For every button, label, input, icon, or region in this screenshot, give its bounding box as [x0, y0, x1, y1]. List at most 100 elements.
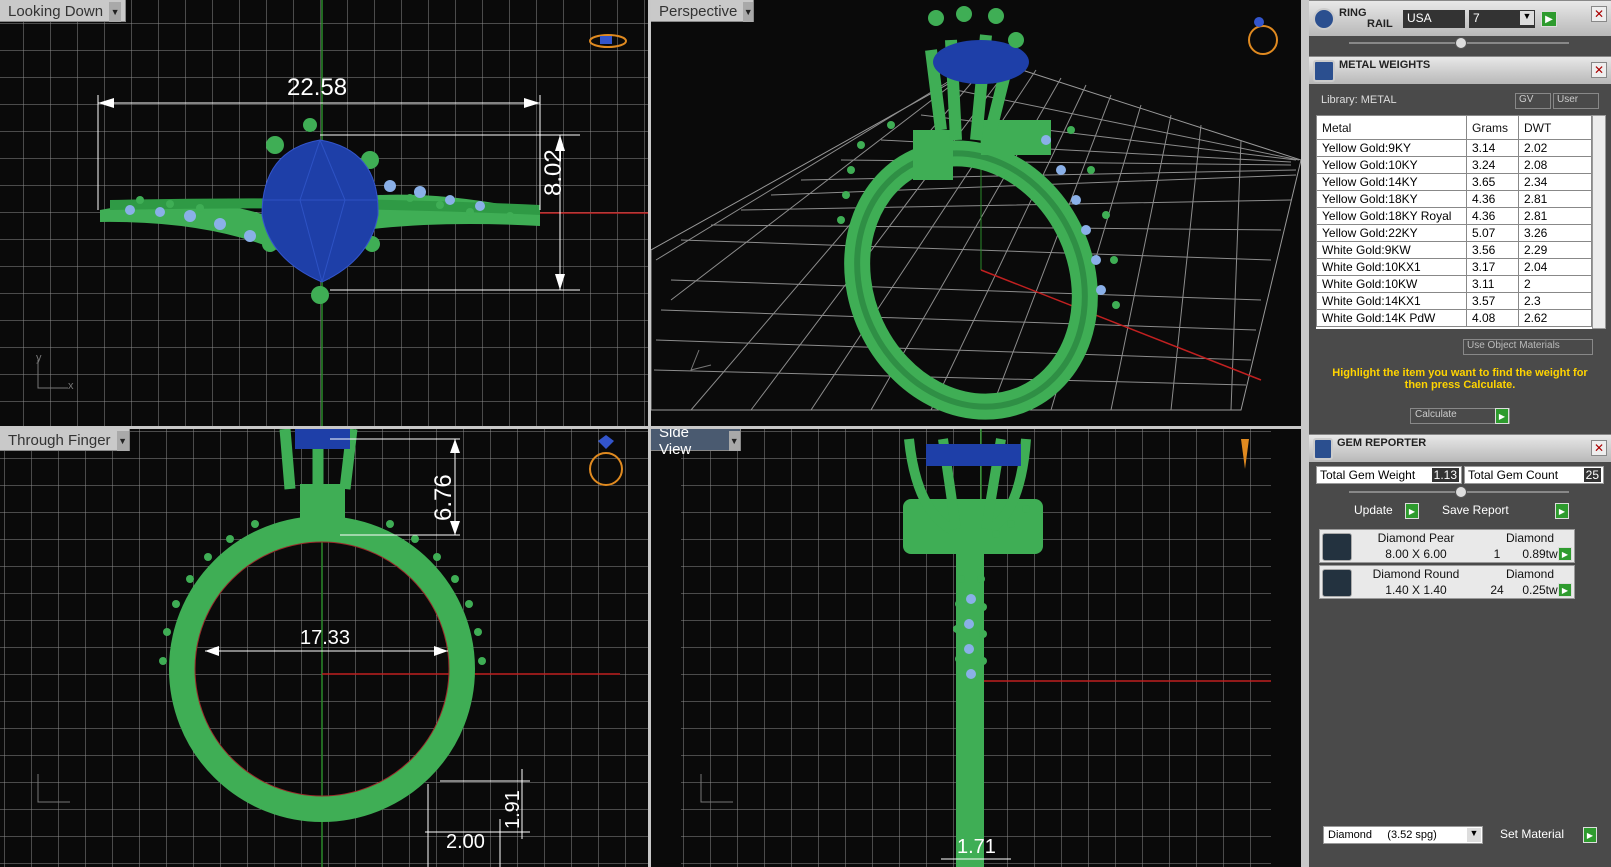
- table-row[interactable]: White Gold:10KW 3.11 2: [1316, 275, 1592, 293]
- col-dwt[interactable]: DWT: [1518, 115, 1592, 140]
- ring-size-select[interactable]: 7 ▼: [1469, 9, 1535, 28]
- viewport-label-looking-down[interactable]: Looking Down ▼: [0, 0, 126, 22]
- ring-size-value: 7: [1473, 10, 1480, 25]
- metal-name-cell: White Gold:14KX1: [1316, 292, 1467, 310]
- dwt-cell: 3.26: [1518, 224, 1592, 242]
- dwt-cell: 2.81: [1518, 190, 1592, 208]
- metal-name-cell: Yellow Gold:14KY: [1316, 173, 1467, 191]
- play-icon: ▶: [1405, 503, 1419, 519]
- calculate-button[interactable]: Calculate ▶: [1410, 408, 1510, 424]
- viewport-label-through-finger[interactable]: Through Finger ▼: [0, 429, 130, 451]
- col-grams[interactable]: Grams: [1466, 115, 1519, 140]
- viewport-title: Side View: [659, 429, 692, 458]
- table-row[interactable]: Yellow Gold:9KY 3.14 2.02: [1316, 139, 1592, 157]
- dwt-cell: 2.08: [1518, 156, 1592, 174]
- metal-table: Metal Grams DWT Yellow Gold:9KY 3.14 2.02 Y…: [1316, 115, 1592, 329]
- viewport-through-finger[interactable]: Through Finger ▼ 6.76 17.33 1.91 2.00: [0, 429, 648, 867]
- grams-cell: 3.24: [1466, 156, 1519, 174]
- play-icon: ▶: [1583, 827, 1597, 843]
- close-icon[interactable]: ✕: [1591, 6, 1607, 22]
- metal-name-cell: Yellow Gold:22KY: [1316, 224, 1467, 242]
- metal-table-scrollbar[interactable]: [1592, 115, 1606, 329]
- gem-row-round[interactable]: Diamond Round Diamond 1.40 X 1.40 24 0.2…: [1319, 565, 1575, 599]
- update-button[interactable]: Update ▶: [1351, 503, 1419, 519]
- grid-looking-down: [0, 0, 648, 426]
- metal-name-cell: Yellow Gold:9KY: [1316, 139, 1467, 157]
- chevron-down-icon[interactable]: ▼: [109, 1, 122, 22]
- save-report-button[interactable]: Save Report ▶: [1439, 503, 1569, 519]
- table-row[interactable]: White Gold:10KX1 3.17 2.04: [1316, 258, 1592, 276]
- gem-slider[interactable]: [1349, 486, 1569, 498]
- col-metal[interactable]: Metal: [1316, 115, 1467, 140]
- dwt-cell: 2.04: [1518, 258, 1592, 276]
- user-toggle[interactable]: User: [1553, 93, 1599, 109]
- close-icon[interactable]: ✕: [1591, 440, 1607, 456]
- gv-toggle[interactable]: GV: [1515, 93, 1551, 109]
- dimension-top-width: 22.58: [287, 74, 348, 101]
- viewport-label-perspective[interactable]: Perspective ▼: [651, 0, 754, 22]
- gem-row-pear[interactable]: Diamond Pear Diamond 8.00 X 6.00 1 0.89t…: [1319, 529, 1575, 563]
- user-label: User: [1557, 94, 1579, 105]
- ring-rail-title-2: RAIL: [1367, 17, 1393, 30]
- ring-rail-icon: [1313, 7, 1335, 30]
- grams-cell: 3.56: [1466, 241, 1519, 259]
- play-icon: ▶: [1495, 408, 1509, 424]
- gem-count: 1: [1493, 547, 1501, 561]
- ring-rail-slider[interactable]: [1349, 37, 1569, 49]
- use-object-materials-label: Use Object Materials: [1467, 340, 1560, 351]
- table-row[interactable]: White Gold:14KX1 3.57 2.3: [1316, 292, 1592, 310]
- axis-y-label: y: [36, 352, 42, 364]
- axis-x-label: x: [68, 380, 74, 392]
- table-row[interactable]: Yellow Gold:18KY Royal 4.36 2.81: [1316, 207, 1592, 225]
- chevron-down-icon[interactable]: ▼: [743, 1, 753, 22]
- chevron-down-icon[interactable]: ▼: [728, 430, 740, 451]
- total-gem-count-value: 25: [1583, 468, 1601, 482]
- table-row[interactable]: White Gold:9KW 3.56 2.29: [1316, 241, 1592, 259]
- grams-cell: 5.07: [1466, 224, 1519, 242]
- total-gem-count: Total Gem Count 25: [1464, 466, 1604, 484]
- gem-reporter-header: GEM REPORTER ✕: [1309, 434, 1611, 462]
- viewport-perspective[interactable]: Perspective ▼: [651, 0, 1301, 426]
- save-report-label: Save Report: [1442, 503, 1509, 517]
- region-field[interactable]: USA: [1403, 9, 1465, 28]
- metal-name-cell: Yellow Gold:18KY Royal: [1316, 207, 1467, 225]
- library-label: Library: METAL: [1321, 94, 1397, 106]
- material-select[interactable]: Diamond (3.52 spg) ▼: [1323, 826, 1483, 844]
- gem-count: 24: [1490, 583, 1504, 597]
- metal-weights-header: METAL WEIGHTS ✕: [1309, 56, 1611, 84]
- play-icon[interactable]: ▶: [1558, 583, 1572, 597]
- metal-name-cell: White Gold:9KW: [1316, 241, 1467, 259]
- material-select-value: Diamond (3.52 spg): [1328, 829, 1437, 841]
- ring-size-apply-button[interactable]: ▶: [1541, 10, 1557, 27]
- gem-list: Diamond Pear Diamond 8.00 X 6.00 1 0.89t…: [1309, 525, 1611, 815]
- grams-cell: 4.36: [1466, 190, 1519, 208]
- use-object-materials-button[interactable]: Use Object Materials: [1463, 339, 1593, 355]
- gem-weight: 0.89tw: [1522, 547, 1558, 561]
- metal-name-cell: White Gold:10KX1: [1316, 258, 1467, 276]
- dimension-finger-diameter: 17.33: [300, 627, 351, 649]
- dwt-cell: 2.62: [1518, 309, 1592, 327]
- table-row[interactable]: White Gold:14K PdW 4.08 2.62: [1316, 309, 1592, 327]
- chevron-down-icon[interactable]: ▼: [116, 430, 129, 451]
- viewport-side-view[interactable]: Side View ▼ 1.71: [651, 429, 1301, 867]
- viewport-label-side-view[interactable]: Side View ▼: [651, 429, 741, 458]
- table-header-row: Metal Grams DWT: [1316, 115, 1592, 140]
- gem-size: 8.00 X 6.00: [1385, 547, 1447, 561]
- grams-cell: 3.65: [1466, 173, 1519, 191]
- metal-weights-title: METAL WEIGHTS: [1339, 59, 1431, 71]
- ring-rail-title-1: RING: [1339, 6, 1367, 19]
- gem-weight: 0.25tw: [1522, 583, 1558, 597]
- metal-weights-icon: [1313, 59, 1335, 82]
- viewport-looking-down[interactable]: Looking Down ▼ 22.58 8.02 y x: [0, 0, 648, 426]
- chevron-down-icon: ▼: [1520, 10, 1534, 25]
- table-row[interactable]: Yellow Gold:14KY 3.65 2.34: [1316, 173, 1592, 191]
- close-icon[interactable]: ✕: [1591, 62, 1607, 78]
- dwt-cell: 2: [1518, 275, 1592, 293]
- gem-material: Diamond: [1505, 531, 1555, 545]
- dwt-cell: 2.34: [1518, 173, 1592, 191]
- table-row[interactable]: Yellow Gold:18KY 4.36 2.81: [1316, 190, 1592, 208]
- table-row[interactable]: Yellow Gold:10KY 3.24 2.08: [1316, 156, 1592, 174]
- play-icon[interactable]: ▶: [1558, 547, 1572, 561]
- set-material-button[interactable]: Set Material ▶: [1497, 827, 1597, 845]
- table-row[interactable]: Yellow Gold:22KY 5.07 3.26: [1316, 224, 1592, 242]
